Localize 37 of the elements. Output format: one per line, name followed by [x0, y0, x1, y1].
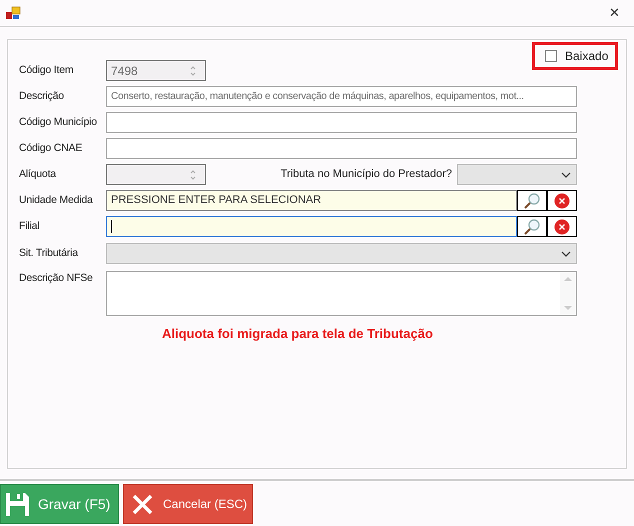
- checkbox[interactable]: [545, 50, 557, 62]
- field-label: Alíquota: [19, 166, 58, 182]
- close-icon: [554, 192, 570, 208]
- checkbox-label: Baixado: [565, 48, 608, 65]
- search-icon: [523, 218, 541, 234]
- text-field[interactable]: [106, 138, 577, 159]
- field-label: Descrição: [19, 88, 65, 104]
- lookup-field[interactable]: PRESSIONE ENTER PARA SELECIONAR: [106, 190, 517, 211]
- search-button[interactable]: [517, 216, 547, 237]
- warning-message: Aliquota foi migrada para tela de Tributação: [161, 325, 434, 343]
- clear-button[interactable]: [547, 216, 577, 237]
- text-field[interactable]: [106, 112, 577, 133]
- scrollbar[interactable]: [560, 272, 576, 315]
- field-label: Descrição NFSe: [19, 271, 94, 286]
- lookup-field[interactable]: [106, 216, 517, 237]
- scroll-down-icon[interactable]: [564, 306, 572, 311]
- scroll-up-icon[interactable]: [564, 276, 572, 281]
- close-button[interactable]: ✕: [609, 3, 620, 23]
- search-icon: [523, 192, 541, 208]
- clear-button[interactable]: [547, 190, 577, 211]
- field-label: Tributa no Município do Prestador?: [280, 167, 452, 182]
- field-label: Sit. Tributária: [19, 246, 80, 261]
- field-label: Código Município: [19, 114, 98, 130]
- chevron-down-icon: [561, 250, 571, 256]
- close-icon: [554, 218, 570, 234]
- chevron-down-icon: [561, 172, 571, 178]
- field-label: Código CNAE: [19, 140, 84, 156]
- search-button[interactable]: [517, 190, 547, 211]
- save-button[interactable]: Gravar (F5): [0, 484, 119, 524]
- app-icon: [5, 6, 21, 20]
- dropdown-field[interactable]: [457, 164, 577, 185]
- field-label: Código Item: [19, 62, 74, 78]
- field-label: Filial: [19, 218, 40, 234]
- close-icon: [132, 494, 153, 514]
- field-label: Unidade Medida: [19, 192, 94, 208]
- cancel-button[interactable]: Cancelar (ESC): [123, 484, 253, 524]
- text-area[interactable]: [106, 271, 577, 316]
